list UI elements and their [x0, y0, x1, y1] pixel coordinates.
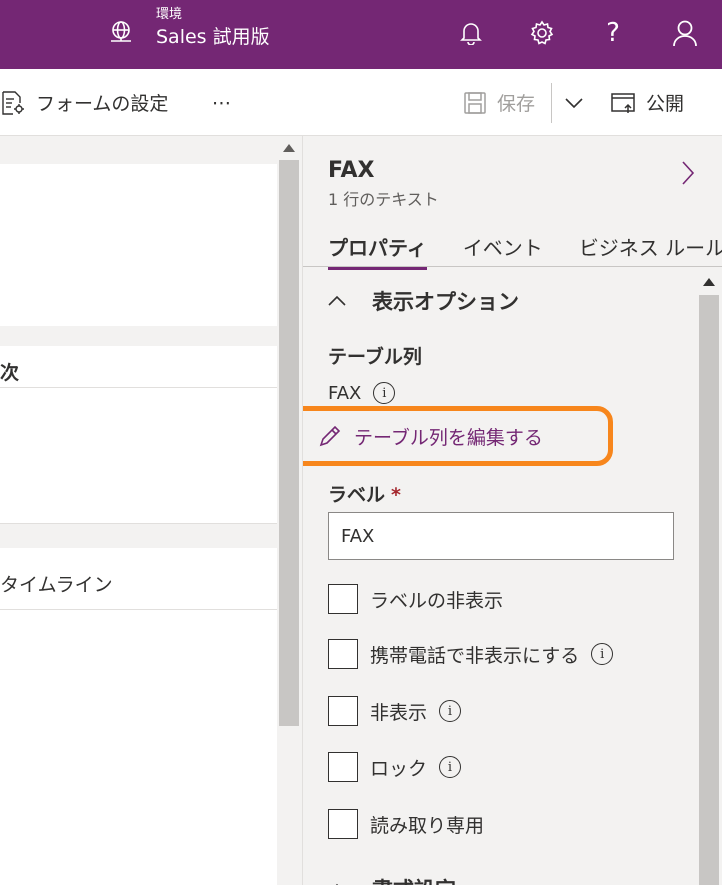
- top-header: 環境 Sales 試用版 ?: [0, 0, 722, 69]
- label-field-label: ラベル *: [328, 480, 401, 507]
- checkbox-hide-on-phone[interactable]: 携帯電話で非表示にする i: [328, 639, 614, 669]
- canvas-section-body[interactable]: [0, 388, 277, 524]
- settings-gear-icon[interactable]: [527, 18, 557, 48]
- checkbox-label: 携帯電話で非表示にする: [370, 644, 580, 667]
- checkbox-label: ラベルの非表示: [370, 589, 504, 612]
- environment-picker[interactable]: 環境 Sales 試用版: [108, 6, 270, 50]
- checkbox-hide[interactable]: 非表示 i: [328, 696, 462, 726]
- properties-panel: FAX 1 行のテキスト プロパティ イベント ビジネス ルール 表示オプション…: [302, 136, 722, 885]
- edit-table-column-label: テーブル列を編集する: [354, 426, 543, 449]
- publish-label: 公開: [646, 93, 685, 115]
- checkbox-box[interactable]: [328, 584, 358, 614]
- checkbox-box[interactable]: [328, 696, 358, 726]
- canvas-timeline-row[interactable]: タイムライン: [0, 548, 277, 610]
- form-settings-label: フォームの設定: [36, 93, 169, 115]
- canvas-section-label: 次: [0, 362, 20, 384]
- label-field-text: ラベル: [328, 484, 386, 506]
- info-icon[interactable]: i: [439, 756, 462, 778]
- notification-bell-icon[interactable]: [456, 18, 486, 48]
- panel-scrollbar[interactable]: [696, 270, 722, 885]
- required-mark: *: [391, 484, 401, 506]
- save-button[interactable]: 保存: [463, 69, 535, 136]
- checkbox-box[interactable]: [328, 639, 358, 669]
- tab-properties[interactable]: プロパティ: [328, 232, 427, 270]
- formatting-header[interactable]: 書式設定: [328, 874, 456, 885]
- panel-scrollbar-thumb[interactable]: [699, 295, 719, 885]
- form-settings-icon: [2, 90, 24, 115]
- more-commands-button[interactable]: ⋯: [212, 69, 233, 136]
- properties-tabs: プロパティ イベント ビジネス ルール: [328, 232, 722, 270]
- label-input[interactable]: [328, 512, 674, 560]
- checkbox-label: 非表示: [370, 701, 428, 724]
- checkbox-label: 読み取り専用: [370, 814, 485, 837]
- field-type-subtitle: 1 行のテキスト: [328, 190, 439, 209]
- environment-label: 環境: [156, 7, 183, 22]
- timeline-label: タイムライン: [0, 574, 113, 596]
- save-icon: [464, 91, 486, 114]
- tab-business-rules[interactable]: ビジネス ルール: [579, 232, 722, 270]
- form-canvas: 次 タイムライン: [0, 136, 302, 885]
- scroll-up-arrow-icon[interactable]: [703, 278, 715, 286]
- checkbox-read-only[interactable]: 読み取り専用: [328, 809, 484, 839]
- pencil-edit-icon: [319, 425, 341, 447]
- checkbox-hide-label[interactable]: ラベルの非表示: [328, 584, 503, 614]
- display-options-title: 表示オプション: [372, 290, 519, 314]
- table-column-value-row: FAX i: [328, 382, 396, 404]
- canvas-scrollbar[interactable]: [277, 136, 302, 885]
- info-icon[interactable]: i: [373, 382, 396, 404]
- publish-icon: [611, 92, 635, 113]
- field-name-title: FAX: [328, 158, 375, 183]
- scroll-up-arrow-icon[interactable]: [283, 144, 295, 152]
- form-settings-button[interactable]: フォームの設定: [0, 69, 168, 136]
- checkbox-box[interactable]: [328, 809, 358, 839]
- save-label: 保存: [497, 93, 536, 115]
- info-icon[interactable]: i: [439, 700, 462, 722]
- help-question-icon[interactable]: ?: [598, 18, 628, 48]
- publish-button[interactable]: 公開: [610, 69, 684, 136]
- collapse-chevron-up-icon: [328, 295, 346, 306]
- edit-table-column-link[interactable]: テーブル列を編集する: [303, 406, 613, 466]
- formatting-title: 書式設定: [372, 874, 456, 885]
- table-column-value: FAX: [328, 382, 362, 404]
- display-options-header[interactable]: 表示オプション: [328, 286, 519, 316]
- command-separator: [551, 83, 552, 123]
- checkbox-box[interactable]: [328, 752, 358, 782]
- canvas-section-header[interactable]: 次: [0, 346, 277, 388]
- canvas-scrollbar-thumb[interactable]: [279, 160, 299, 726]
- panel-expand-chevron-right-icon[interactable]: [681, 160, 695, 186]
- info-icon[interactable]: i: [591, 643, 614, 665]
- command-bar: フォームの設定 ⋯ 保存 公開: [0, 69, 722, 136]
- tab-events[interactable]: イベント: [463, 232, 543, 270]
- save-options-chevron-down-icon[interactable]: [565, 69, 593, 136]
- globe-icon: [111, 21, 131, 42]
- checkbox-label: ロック: [370, 757, 428, 780]
- environment-name: Sales 試用版: [156, 26, 270, 48]
- checkbox-lock[interactable]: ロック i: [328, 752, 462, 782]
- canvas-section-bottom[interactable]: [0, 610, 277, 885]
- canvas-section-top[interactable]: [0, 164, 277, 326]
- tab-divider: [303, 266, 722, 267]
- table-column-label: テーブル列: [328, 346, 422, 368]
- user-avatar-icon[interactable]: [670, 18, 700, 48]
